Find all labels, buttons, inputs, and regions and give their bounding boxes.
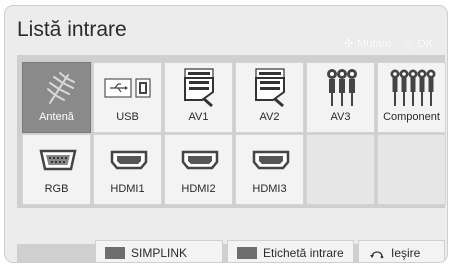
input-list-dialog: Listă intrare ✣ Mutare ◎ OK Antenă USB A… xyxy=(4,5,448,263)
rca-icon xyxy=(307,68,376,108)
input-tile-hdmi1[interactable]: HDMI1 xyxy=(93,134,162,205)
component-icon xyxy=(378,68,447,108)
input-grid: Antenă USB AV1 AV2 AV3 Component RGB HDM… xyxy=(17,55,446,208)
input-label: HDMI3 xyxy=(252,183,287,195)
input-label: AV3 xyxy=(330,111,351,123)
input-label-button[interactable]: Etichetă intrare xyxy=(227,240,354,262)
hdmi-icon xyxy=(236,140,305,180)
input-tile-av1[interactable]: AV1 xyxy=(164,62,233,133)
input-label: AV2 xyxy=(259,111,280,123)
scart-icon xyxy=(165,68,234,108)
input-label: USB xyxy=(116,111,139,123)
move-hint-label: Mutare xyxy=(357,37,392,50)
scart-icon xyxy=(236,68,305,108)
empty-slot xyxy=(306,134,375,205)
input-tile-usb[interactable]: USB xyxy=(93,62,162,133)
input-tile-component[interactable]: Component xyxy=(377,62,446,133)
input-tile-av2[interactable]: AV2 xyxy=(235,62,304,133)
usb-icon xyxy=(94,68,163,108)
input-label-color-key-icon xyxy=(237,247,257,259)
input-label: RGB xyxy=(44,183,69,195)
hdmi-icon xyxy=(165,140,234,180)
simplink-label: SIMPLINK xyxy=(131,246,188,260)
ok-hint-icon: ◎ xyxy=(403,38,414,50)
dialog-title: Listă intrare xyxy=(17,18,127,41)
input-label: AV1 xyxy=(188,111,209,123)
simplink-button[interactable]: SIMPLINK xyxy=(95,240,223,262)
input-label: HDMI2 xyxy=(181,183,216,195)
input-label: Component xyxy=(383,111,440,123)
exit-label: Ieşire xyxy=(391,246,421,260)
simplink-color-key-icon xyxy=(105,247,125,259)
input-label: Antenă xyxy=(39,111,74,123)
input-tile-hdmi2[interactable]: HDMI2 xyxy=(164,134,233,205)
antenna-icon xyxy=(23,68,92,108)
hint-bar: ✣ Mutare ◎ OK xyxy=(344,37,433,51)
input-label-button-label: Etichetă intrare xyxy=(263,246,344,260)
exit-button[interactable]: Ieşire xyxy=(358,240,445,262)
back-arrow-icon xyxy=(369,247,385,259)
empty-slot xyxy=(377,134,446,205)
input-tile-rgb[interactable]: RGB xyxy=(22,134,91,205)
input-label: HDMI1 xyxy=(110,183,145,195)
ok-hint-label: OK xyxy=(417,37,433,50)
vga-icon xyxy=(23,140,92,180)
input-tile-antena[interactable]: Antenă xyxy=(22,62,91,133)
move-hint-icon: ✣ xyxy=(344,38,354,50)
input-tile-hdmi3[interactable]: HDMI3 xyxy=(235,134,304,205)
hdmi-icon xyxy=(94,140,163,180)
input-tile-av3[interactable]: AV3 xyxy=(306,62,375,133)
